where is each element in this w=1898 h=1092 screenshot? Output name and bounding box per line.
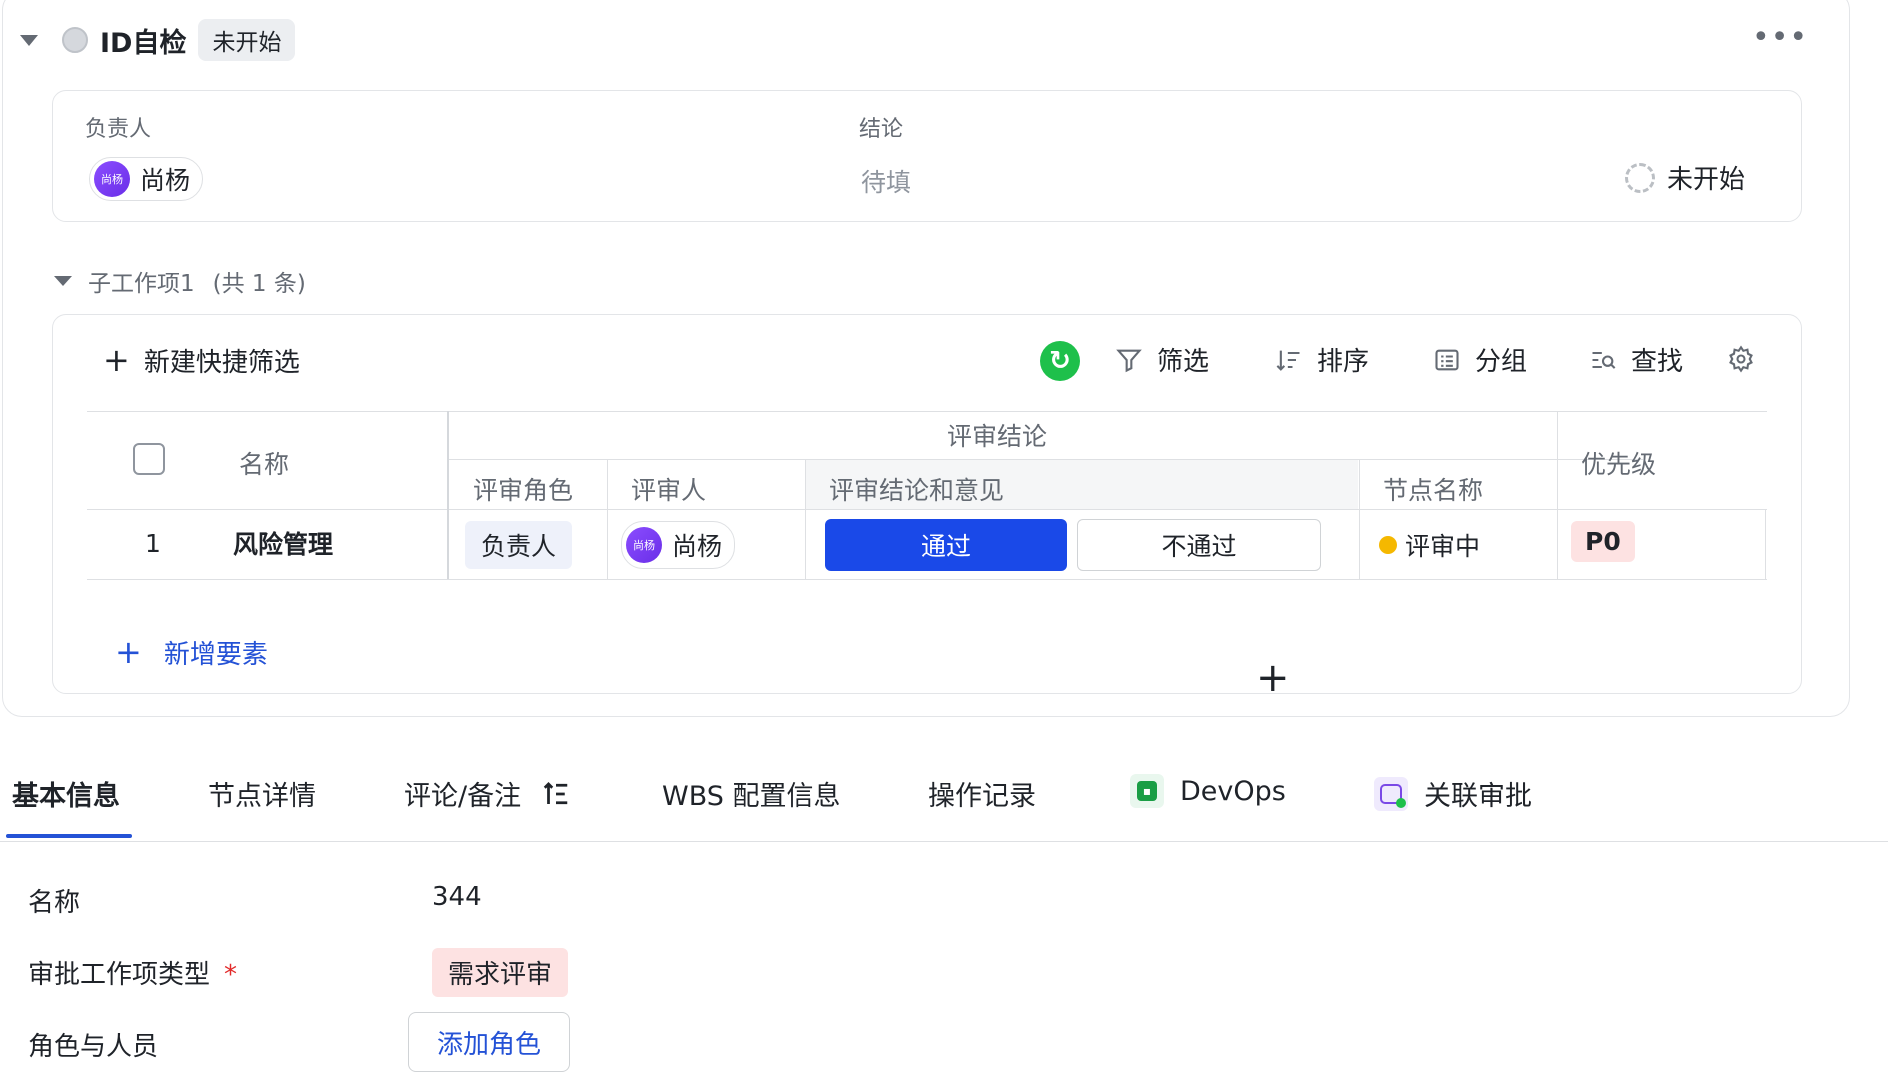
reviewer-name: 尚杨 <box>672 532 723 561</box>
tab-node-details[interactable]: 节点详情 <box>208 774 316 813</box>
not-started-icon <box>1625 162 1655 193</box>
info-card: 负责人 结论 尚杨 尚杨 待填 未开始 <box>52 90 1802 222</box>
filter-label: 筛选 <box>1157 347 1210 377</box>
add-element-button[interactable]: + 新增要素 <box>115 633 268 671</box>
more-options-icon[interactable]: ••• <box>1752 23 1808 53</box>
row-index: 1 <box>145 529 161 558</box>
status-dot-icon <box>1379 536 1397 554</box>
group-button[interactable]: 分组 <box>1433 341 1527 378</box>
column-header-opinion[interactable]: 评审结论和意见 <box>829 471 1004 507</box>
approval-type-label: 审批工作项类型 * <box>28 954 237 991</box>
fail-button[interactable]: 不通过 <box>1077 519 1321 571</box>
work-item-header: ID自检 未开始 <box>20 18 296 62</box>
approval-type-label-text: 审批工作项类型 <box>28 960 211 990</box>
plus-icon: + <box>103 341 130 379</box>
work-item-title: ID自检 <box>100 27 187 59</box>
state-text: 未开始 <box>1667 165 1746 195</box>
tab-operation-log[interactable]: 操作记录 <box>928 774 1036 813</box>
subitems-header[interactable]: 子工作项1 (共 1 条) <box>54 264 306 298</box>
node-status: 评审中 <box>1379 527 1480 563</box>
filter-icon <box>1116 349 1142 372</box>
row-name[interactable]: 风险管理 <box>233 525 333 561</box>
node-status-text: 评审中 <box>1405 532 1481 561</box>
approval-type-tag[interactable]: 需求评审 <box>432 948 569 997</box>
roles-field-label: 角色与人员 <box>28 1032 159 1062</box>
column-header-node[interactable]: 节点名称 <box>1383 471 1483 507</box>
owner-name: 尚杨 <box>140 166 191 195</box>
select-all-checkbox[interactable] <box>133 443 165 475</box>
tab-devops[interactable]: ▪ DevOps <box>1130 774 1286 808</box>
crosshair-cursor-icon: + <box>1256 655 1290 701</box>
conclusion-label: 结论 <box>859 117 904 142</box>
pass-button[interactable]: 通过 <box>825 519 1067 571</box>
subitems-count: (共 1 条) <box>212 271 306 297</box>
required-star-icon: * <box>224 960 238 990</box>
group-label: 分组 <box>1475 347 1528 377</box>
subitems-table-card: + 新建快捷筛选 ↻ 筛选 排序 分组 查找 名称 评审结论 评审角色 评审人 … <box>52 314 1802 694</box>
avatar: 尚杨 <box>626 527 662 563</box>
new-quick-filter-button[interactable]: + 新建快捷筛选 <box>103 341 300 379</box>
conclusion-value[interactable]: 待填 <box>861 163 911 199</box>
sort-icon <box>1276 350 1300 371</box>
tab-devops-label: DevOps <box>1180 775 1286 807</box>
reviewer-chip[interactable]: 尚杨 尚杨 <box>621 521 736 569</box>
plus-icon: + <box>115 633 142 671</box>
sort-order-icon[interactable] <box>541 779 571 809</box>
search-icon <box>1592 351 1616 369</box>
tab-related-approval[interactable]: 关联审批 <box>1374 774 1532 813</box>
search-button[interactable]: 查找 <box>1589 341 1683 378</box>
column-header-priority[interactable]: 优先级 <box>1581 445 1656 481</box>
detail-tabs: 基本信息 节点详情 评论/备注 WBS 配置信息 操作记录 ▪ DevOps 关… <box>0 752 1888 842</box>
active-tab-indicator <box>6 834 132 838</box>
group-icon <box>1435 349 1459 370</box>
name-field-label: 名称 <box>28 888 81 918</box>
status-badge[interactable]: 未开始 <box>198 19 296 61</box>
column-group-review: 评审结论 <box>947 422 1048 451</box>
new-quick-filter-label: 新建快捷筛选 <box>143 347 300 378</box>
add-role-button[interactable]: 添加角色 <box>408 1012 570 1072</box>
devops-icon: ▪ <box>1130 774 1164 808</box>
sort-button[interactable]: 排序 <box>1275 341 1369 378</box>
owner-chip[interactable]: 尚杨 尚杨 <box>89 157 204 201</box>
column-header-name[interactable]: 名称 <box>239 445 289 481</box>
collapse-caret-icon[interactable] <box>54 276 72 286</box>
approval-icon <box>1374 776 1408 811</box>
collapse-caret-icon[interactable] <box>20 34 38 46</box>
column-header-reviewer[interactable]: 评审人 <box>631 471 706 507</box>
table-toolbar: + 新建快捷筛选 ↻ 筛选 排序 分组 查找 <box>53 315 1801 411</box>
settings-gear-icon[interactable] <box>1727 345 1755 373</box>
status-circle-icon[interactable] <box>62 27 88 53</box>
search-label: 查找 <box>1631 347 1684 377</box>
tab-wbs-config[interactable]: WBS 配置信息 <box>662 774 840 813</box>
subitems-title: 子工作项1 <box>88 271 195 297</box>
refresh-icon[interactable]: ↻ <box>1040 341 1080 381</box>
tab-comments-label: 评论/备注 <box>404 781 522 812</box>
tab-basic-info[interactable]: 基本信息 <box>12 774 120 813</box>
add-element-label: 新增要素 <box>163 639 268 670</box>
tab-comments[interactable]: 评论/备注 <box>404 774 571 813</box>
avatar: 尚杨 <box>94 161 130 197</box>
name-field-value[interactable]: 344 <box>432 882 482 912</box>
column-header-role[interactable]: 评审角色 <box>473 471 573 507</box>
sort-label: 排序 <box>1317 347 1370 377</box>
priority-badge[interactable]: P0 <box>1571 521 1635 562</box>
tab-related-approval-label: 关联审批 <box>1424 781 1532 812</box>
state-indicator[interactable]: 未开始 <box>1625 159 1745 196</box>
filter-button[interactable]: 筛选 <box>1115 341 1209 378</box>
role-tag[interactable]: 负责人 <box>465 521 573 569</box>
owner-label: 负责人 <box>85 117 152 142</box>
